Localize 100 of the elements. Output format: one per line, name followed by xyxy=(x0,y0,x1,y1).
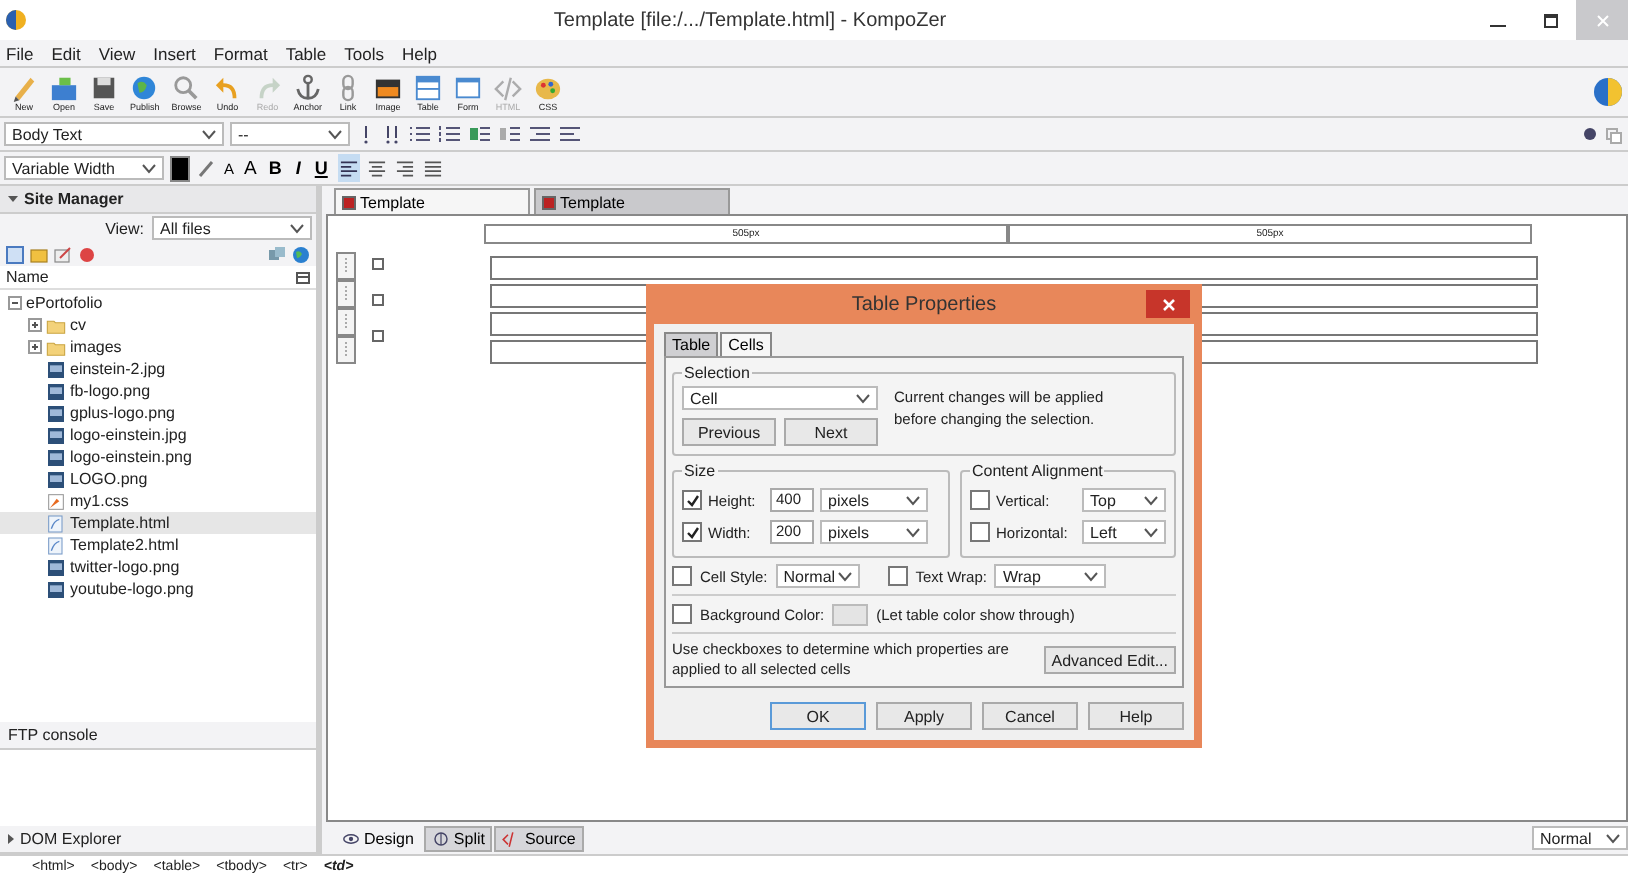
checkbox[interactable] xyxy=(970,522,990,542)
file-tree-item[interactable]: logo-einstein.png xyxy=(0,446,316,468)
column-picker-icon[interactable] xyxy=(296,271,310,283)
alignment-dropdown[interactable]: Top xyxy=(1082,488,1166,512)
heading-dropdown[interactable]: -- xyxy=(230,122,350,146)
dialog-tab[interactable]: Cells xyxy=(720,332,772,356)
pencil-icon xyxy=(10,73,38,101)
bulleted-list-icon[interactable] xyxy=(408,124,432,144)
checkbox[interactable] xyxy=(682,522,702,542)
file-tree-item[interactable]: einstein-2.jpg xyxy=(0,358,316,380)
highlighter-icon[interactable] xyxy=(196,158,216,178)
checkbox[interactable] xyxy=(682,490,702,510)
panel-header[interactable]: FTP console xyxy=(0,722,316,750)
underline-button[interactable]: U xyxy=(310,158,332,178)
checkbox[interactable] xyxy=(887,566,908,586)
checkbox[interactable] xyxy=(672,604,692,624)
indent-icon[interactable] xyxy=(498,124,522,144)
new-site-icon[interactable] xyxy=(6,245,24,263)
panel-header[interactable]: DOM Explorer xyxy=(0,826,316,854)
file-tree-item[interactable]: ePortofolio xyxy=(0,292,316,314)
menu-item[interactable]: Help xyxy=(402,43,437,63)
edit-icon[interactable] xyxy=(54,245,72,263)
file-tree-item[interactable]: my1.css xyxy=(0,490,316,512)
resize-handle[interactable] xyxy=(372,294,384,306)
file-tree-item[interactable]: logo-einstein.jpg xyxy=(0,424,316,446)
dialog-button[interactable]: OK xyxy=(770,702,866,730)
file-tree-item[interactable]: Template2.html xyxy=(0,534,316,556)
color-well[interactable] xyxy=(832,603,869,625)
menu-item[interactable]: Insert xyxy=(153,43,196,63)
alignment-dropdown[interactable]: Left xyxy=(1082,520,1166,544)
paragraph-icon[interactable] xyxy=(558,124,582,144)
file-tree-item[interactable]: images xyxy=(0,336,316,358)
menu-item[interactable]: View xyxy=(98,43,136,63)
option-dropdown[interactable]: Wrap xyxy=(994,564,1107,588)
menu-item[interactable]: Table xyxy=(285,43,327,63)
option-dropdown[interactable]: Normal xyxy=(775,564,860,588)
paragraph-style-dropdown[interactable]: Body Text xyxy=(4,122,224,146)
numbered-list-icon[interactable] xyxy=(438,124,462,144)
chevron-down-icon xyxy=(856,393,870,403)
outdent-icon[interactable] xyxy=(468,124,492,144)
refresh-icon[interactable] xyxy=(268,245,286,263)
expand-triangle-icon xyxy=(8,834,14,844)
delete-icon[interactable] xyxy=(78,245,96,263)
document-tab[interactable]: Template xyxy=(534,188,730,214)
advanced-edit-button[interactable]: Advanced Edit... xyxy=(1043,646,1176,674)
view-mode-tab[interactable]: Source xyxy=(494,825,584,851)
chevron-down-icon xyxy=(1144,495,1158,505)
document-icon xyxy=(46,513,66,533)
view-dropdown[interactable]: All files xyxy=(152,216,312,240)
menu-item[interactable]: File xyxy=(6,43,34,63)
expand-icon[interactable] xyxy=(28,340,42,354)
collapse-icon[interactable] xyxy=(8,296,22,310)
maximize-icon xyxy=(1541,11,1559,29)
text-color-swatch[interactable] xyxy=(170,155,190,181)
zoom-dropdown[interactable]: Normal xyxy=(1532,826,1628,850)
resize-handle[interactable] xyxy=(372,258,384,270)
chevron-down-icon xyxy=(290,223,304,233)
view-mode-tab[interactable]: Split xyxy=(423,825,493,851)
dialog-button[interactable]: Cancel xyxy=(982,702,1078,730)
selection-button[interactable]: Previous xyxy=(682,418,776,446)
selection-button[interactable]: Next xyxy=(784,418,878,446)
paragraph-icon[interactable] xyxy=(528,124,552,144)
expand-icon[interactable] xyxy=(28,318,42,332)
close-button[interactable] xyxy=(1146,290,1190,318)
menu-item[interactable]: Format xyxy=(213,43,268,63)
strong-emphasis-icon[interactable] xyxy=(382,124,402,144)
file-tree-item[interactable]: LOGO.png xyxy=(0,468,316,490)
resize-handle[interactable] xyxy=(372,330,384,342)
folder-icon xyxy=(50,73,78,101)
copy-icon xyxy=(1604,125,1622,143)
larger-font-button[interactable]: A xyxy=(242,157,259,179)
unit-dropdown[interactable]: pixels xyxy=(820,488,928,512)
dialog-tab[interactable]: Table xyxy=(664,332,719,356)
italic-button[interactable]: I xyxy=(291,158,305,178)
align-button[interactable] xyxy=(337,154,360,182)
window-title: Template [file:/.../Template.html] - KompoZer xyxy=(551,9,949,31)
file-tree-item[interactable]: cv xyxy=(0,314,316,336)
selection-dropdown[interactable]: Cell xyxy=(682,386,878,410)
bold-button[interactable]: B xyxy=(264,158,286,178)
css-file-icon xyxy=(46,491,66,511)
file-tree-item[interactable]: twitter-logo.png xyxy=(0,556,316,578)
chevron-down-icon xyxy=(142,163,156,173)
checkbox[interactable] xyxy=(672,566,692,586)
file-tree-item[interactable]: Template.html xyxy=(0,512,316,534)
column-header[interactable]: Name xyxy=(6,268,49,286)
checkbox[interactable] xyxy=(970,490,990,510)
dialog-title: Table Properties xyxy=(851,293,997,315)
unit-dropdown[interactable]: pixels xyxy=(820,520,928,544)
menu-item[interactable]: Tools xyxy=(344,43,384,63)
file-tree-item[interactable]: youtube-logo.png xyxy=(0,578,316,600)
document-tab[interactable]: Template xyxy=(334,188,530,214)
font-dropdown[interactable]: Variable Width xyxy=(4,156,164,180)
dialog-button[interactable]: Apply xyxy=(876,702,972,730)
file-tree-item[interactable]: gplus-logo.png xyxy=(0,402,316,424)
panel-header[interactable]: Site Manager xyxy=(0,186,316,214)
globe-icon[interactable] xyxy=(292,245,310,263)
chevron-down-icon xyxy=(328,129,342,139)
menu-item[interactable]: Edit xyxy=(51,43,81,63)
file-tree-item[interactable]: fb-logo.png xyxy=(0,380,316,402)
dialog-button[interactable]: Help xyxy=(1088,702,1184,730)
